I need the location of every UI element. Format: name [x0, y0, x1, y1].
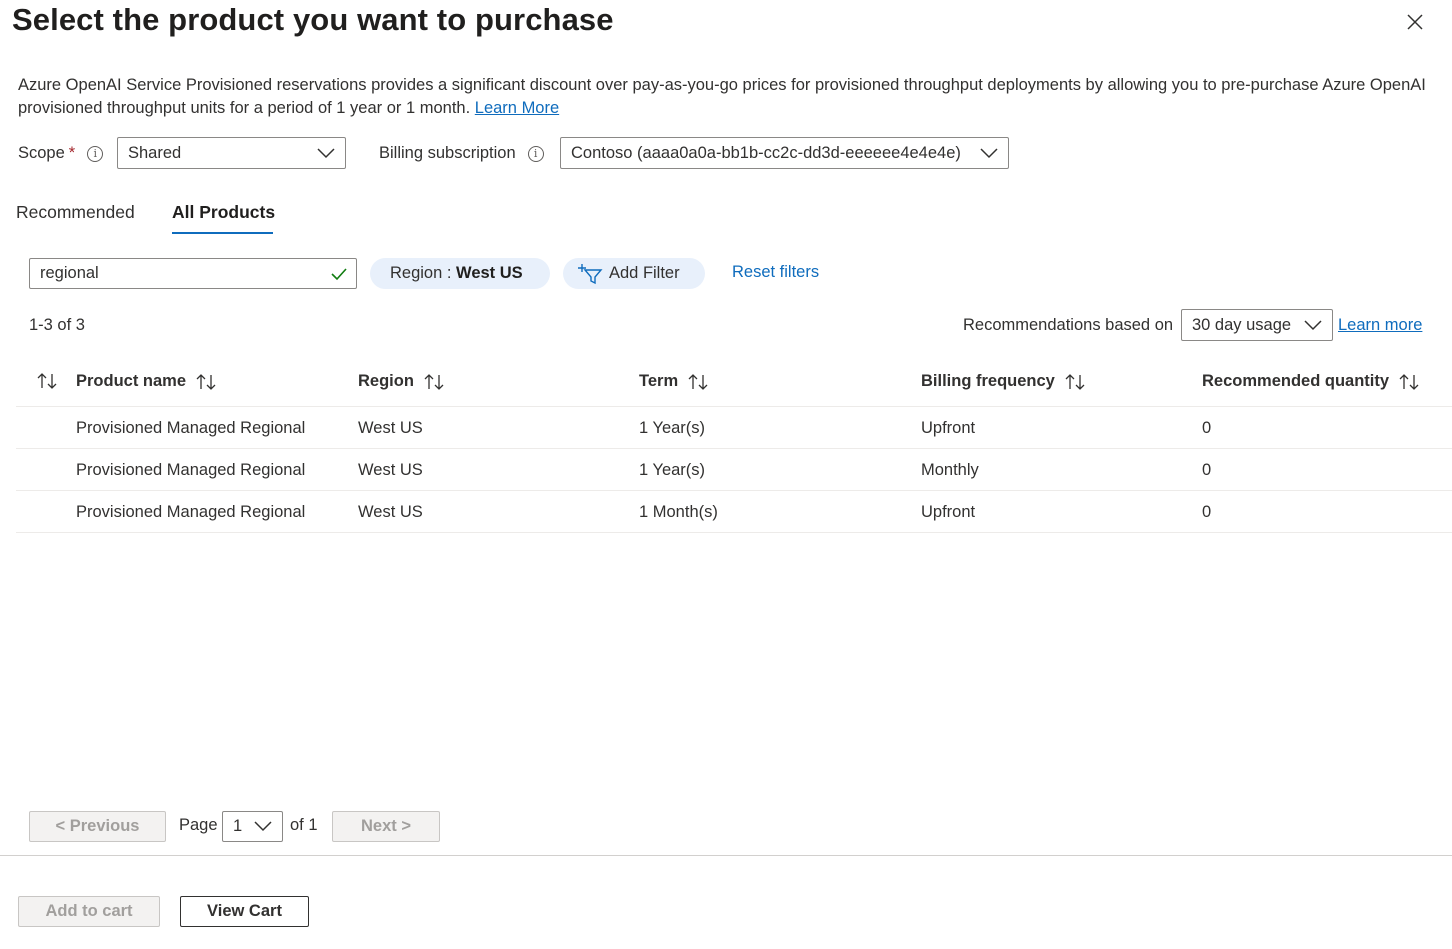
column-header-product-name[interactable]: Product name: [76, 372, 217, 391]
sort-icon: [688, 373, 708, 390]
page-select-value: 1: [233, 817, 243, 835]
column-label: Billing frequency: [921, 372, 1055, 390]
description-text: Azure OpenAI Service Provisioned reserva…: [18, 76, 1426, 117]
description: Azure OpenAI Service Provisioned reserva…: [18, 74, 1433, 120]
column-label: Recommended quantity: [1202, 372, 1390, 390]
page-label: Page: [179, 816, 218, 834]
close-icon[interactable]: [1407, 14, 1423, 30]
learn-more-link[interactable]: Learn More: [475, 99, 559, 117]
column-header-term[interactable]: Term: [639, 372, 709, 391]
column-label: Region: [358, 372, 414, 390]
usage-period-value: 30 day usage: [1192, 315, 1292, 334]
cell-recommended-quantity: 0: [1202, 419, 1212, 437]
cell-recommended-quantity: 0: [1202, 503, 1212, 521]
active-tab-indicator: [172, 232, 273, 234]
next-page-button[interactable]: Next >: [332, 811, 440, 842]
chevron-down-icon: [980, 148, 998, 159]
page-title: Select the product you want to purchase: [12, 2, 614, 37]
column-header-region[interactable]: Region: [358, 372, 445, 391]
sort-icon: [37, 373, 57, 389]
cell-region: West US: [358, 503, 423, 521]
cell-term: 1 Year(s): [639, 419, 706, 437]
cell-region: West US: [358, 419, 423, 437]
checkmark-icon: [331, 268, 347, 281]
view-cart-button[interactable]: View Cart: [180, 896, 309, 927]
billing-subscription-dropdown[interactable]: Contoso (aaaa0a0a-bb1b-cc2c-dd3d-eeeeee4…: [560, 137, 1009, 169]
info-icon[interactable]: i: [87, 145, 104, 162]
page-of-label: of 1: [290, 816, 318, 834]
scope-label-group: Scope * i: [18, 144, 104, 163]
billing-label: Billing subscription: [379, 144, 516, 162]
cell-billing-frequency: Upfront: [921, 503, 976, 521]
sort-icon: [424, 373, 444, 390]
cell-term: 1 Month(s): [639, 503, 718, 521]
region-filter-pill[interactable]: Region : West US: [370, 258, 550, 289]
scope-dropdown[interactable]: Shared: [117, 137, 346, 169]
chevron-down-icon: [254, 821, 272, 832]
add-to-cart-button[interactable]: Add to cart: [18, 896, 160, 927]
column-label: Term: [639, 372, 679, 390]
add-filter-label: Add Filter: [609, 264, 680, 282]
result-count: 1-3 of 3: [29, 316, 85, 334]
previous-page-button[interactable]: < Previous: [29, 811, 166, 842]
close-button[interactable]: [1400, 8, 1430, 36]
search-input[interactable]: regional: [29, 258, 357, 289]
cell-term: 1 Year(s): [639, 461, 706, 479]
cell-recommended-quantity: 0: [1202, 461, 1212, 479]
chevron-down-icon: [1304, 320, 1322, 331]
cell-billing-frequency: Monthly: [921, 461, 979, 479]
region-pill-value: West US: [456, 264, 523, 282]
sort-icon: [1399, 373, 1419, 390]
add-filter-icon: [578, 263, 603, 284]
footer-divider: [0, 855, 1452, 856]
usage-period-dropdown[interactable]: 30 day usage: [1181, 309, 1333, 341]
chevron-down-icon: [317, 148, 335, 159]
column-header-billing-frequency[interactable]: Billing frequency: [921, 372, 1086, 391]
billing-label-group: Billing subscription i: [379, 144, 544, 163]
tab-recommended[interactable]: Recommended: [16, 202, 135, 223]
region-pill-key: Region :: [390, 264, 457, 282]
sort-icon: [196, 373, 216, 390]
reset-filters-link[interactable]: Reset filters: [732, 263, 819, 282]
column-label: Product name: [76, 372, 187, 390]
table-row[interactable]: Provisioned Managed Regional West US 1 Y…: [16, 407, 1452, 449]
cell-product-name: Provisioned Managed Regional: [76, 461, 306, 479]
add-filter-button[interactable]: Add Filter: [563, 258, 705, 289]
sort-icon: [1065, 373, 1085, 390]
tab-all-products[interactable]: All Products: [172, 202, 275, 223]
required-marker: *: [68, 144, 76, 162]
cell-product-name: Provisioned Managed Regional: [76, 419, 306, 437]
recommendations-learn-more-link[interactable]: Learn more: [1338, 316, 1422, 335]
search-value: regional: [40, 264, 99, 282]
cell-product-name: Provisioned Managed Regional: [76, 503, 306, 521]
scope-label: Scope: [18, 144, 65, 162]
table-row[interactable]: Provisioned Managed Regional West US 1 Y…: [16, 449, 1452, 491]
cell-region: West US: [358, 461, 423, 479]
page-select[interactable]: 1: [222, 811, 283, 842]
table-row[interactable]: Provisioned Managed Regional West US 1 M…: [16, 491, 1452, 533]
scope-value: Shared: [128, 143, 182, 162]
column-header-recommended-quantity[interactable]: Recommended quantity: [1202, 372, 1420, 391]
info-icon[interactable]: i: [527, 145, 544, 162]
cell-billing-frequency: Upfront: [921, 419, 976, 437]
recommendations-label: Recommendations based on: [963, 316, 1174, 334]
select-column-sort[interactable]: [36, 372, 58, 390]
billing-value: Contoso (aaaa0a0a-bb1b-cc2c-dd3d-eeeeee4…: [571, 143, 961, 162]
